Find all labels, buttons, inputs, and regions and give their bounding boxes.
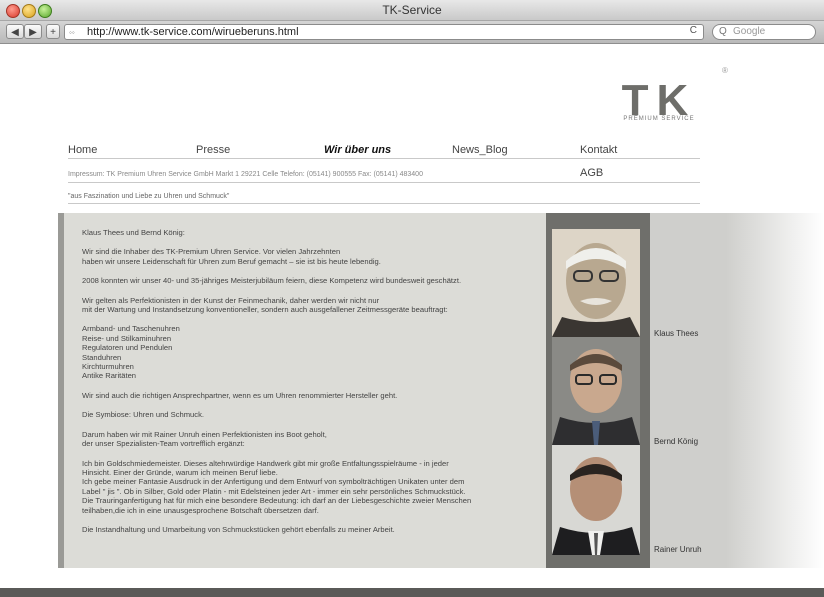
about-text: Klaus Thees und Bernd König: Wir sind di…	[82, 228, 542, 544]
paragraph: Die Instandhaltung und Umarbeitung von S…	[82, 524, 395, 534]
paragraph: Darum haben wir mit Rainer Unruh einen P…	[82, 429, 327, 449]
portrait-rainer-unruh	[552, 445, 640, 555]
window-title: TK-Service	[382, 3, 442, 17]
logo-tagline: PREMIUM SERVICE	[623, 116, 695, 122]
impressum-divider	[68, 182, 700, 183]
photo-column	[546, 213, 650, 568]
name-column	[650, 213, 726, 568]
search-field[interactable]: Q Google	[712, 24, 816, 40]
nav-agb[interactable]: AGB	[580, 167, 603, 179]
paragraph: Ich bin Goldschmiedemeister. Dieses alte…	[82, 458, 472, 515]
forward-button[interactable]: ▶	[24, 24, 42, 39]
registered-mark: ®	[722, 66, 728, 75]
nav-home[interactable]: Home	[68, 144, 97, 158]
name-klaus-thees: Klaus Thees	[654, 329, 699, 338]
portrait-klaus-thees	[552, 229, 640, 337]
add-bookmark-button[interactable]: +	[46, 24, 60, 39]
services-list: Armband- und Taschenuhren Reise- und Sti…	[82, 324, 180, 381]
browser-toolbar: ◀ ▶ + ◦◦ http://www.tk-service.com/wirue…	[0, 21, 824, 44]
nav-kontakt[interactable]: Kontakt	[580, 144, 617, 158]
bottom-bar	[0, 588, 824, 597]
portrait-bernd-koenig	[552, 337, 640, 445]
slogan: "aus Faszination und Liebe zu Uhren und …	[68, 193, 230, 200]
slogan-divider	[68, 203, 700, 204]
window-titlebar: TK-Service	[0, 0, 824, 21]
reload-button[interactable]: C	[690, 25, 697, 36]
back-button[interactable]: ◀	[6, 24, 24, 39]
impressum-line: Impressum: TK Premium Uhren Service GmbH…	[68, 171, 423, 178]
intro-heading: Klaus Thees und Bernd König:	[82, 228, 185, 237]
nav-presse[interactable]: Presse	[196, 144, 230, 158]
address-bar[interactable]: ◦◦ http://www.tk-service.com/wirueberuns…	[64, 24, 704, 40]
search-icon: Q	[719, 26, 727, 37]
paragraph: Wir sind auch die richtigen Ansprechpart…	[82, 390, 398, 400]
name-bernd-koenig: Bernd König	[654, 437, 699, 446]
paragraph: 2008 konnten wir unser 40- und 35-jährig…	[82, 276, 462, 286]
right-decoration	[726, 213, 824, 568]
paragraph: Wir sind die Inhaber des TK-Premium Uhre…	[82, 247, 381, 266]
favicon-icon: ◦◦	[69, 28, 75, 37]
address-text: http://www.tk-service.com/wirueberuns.ht…	[87, 26, 299, 38]
nav-divider	[68, 158, 700, 159]
paragraph: Wir gelten als Perfektionisten in der Ku…	[82, 295, 448, 315]
nav-news-blog[interactable]: News_Blog	[452, 144, 508, 158]
name-rainer-unruh: Rainer Unruh	[654, 545, 702, 554]
paragraph: Die Symbiose: Uhren und Schmuck.	[82, 410, 204, 420]
search-placeholder: Google	[733, 26, 766, 37]
nav-wir-ueber-uns[interactable]: Wir über uns	[324, 144, 391, 158]
